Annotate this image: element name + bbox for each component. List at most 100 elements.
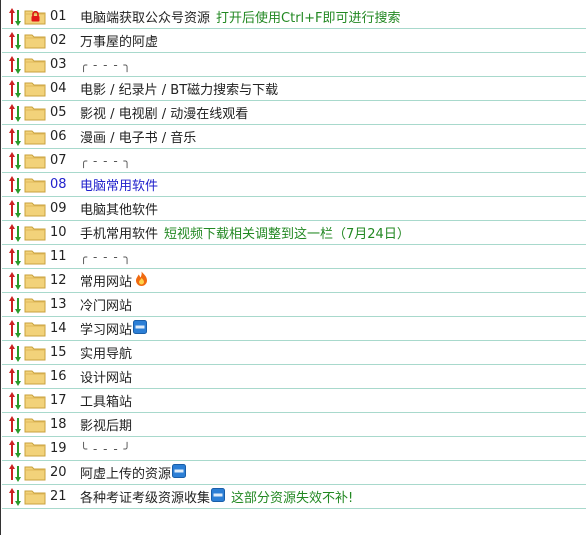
lock-icon [31, 11, 40, 22]
folder-number: 10 [50, 225, 67, 240]
sort-arrows-icon[interactable] [9, 415, 22, 435]
folder-label[interactable]: 常用网站 [80, 271, 132, 290]
new-icon [211, 487, 226, 506]
folder-row-01[interactable]: 01 电脑端获取公众号资源 打开后使用Ctrl+F即可进行搜索 [2, 5, 586, 29]
folder-row-08[interactable]: 08 电脑常用软件 [2, 173, 586, 197]
folder-label[interactable]: 万事屋的阿虚 [80, 31, 158, 50]
folder-row-18[interactable]: 18 影视后期 [2, 413, 586, 437]
fire-icon [135, 271, 148, 290]
folder-label[interactable]: 设计网站 [80, 367, 132, 386]
sort-arrows-icon[interactable] [9, 223, 22, 243]
folder-label[interactable]: 工具箱站 [80, 391, 132, 410]
sort-arrows-icon[interactable] [9, 7, 22, 27]
folder-label[interactable]: 电影 / 纪录片 / BT磁力搜索与下载 [80, 79, 278, 98]
sort-arrows-icon[interactable] [9, 79, 22, 99]
folder-number: 20 [50, 465, 67, 480]
folder-number: 19 [50, 441, 67, 456]
folder-label[interactable]: 电脑端获取公众号资源 [80, 7, 210, 26]
folder-icon [24, 296, 46, 313]
sort-arrows-icon[interactable] [9, 55, 22, 75]
folder-row-12[interactable]: 12 常用网站 [2, 269, 586, 293]
sort-arrows-icon[interactable] [9, 175, 22, 195]
folder-number: 05 [50, 105, 67, 120]
folder-row-20[interactable]: 20 阿虚上传的资源 [2, 461, 586, 485]
folder-label[interactable]: ╭ - - - ╮ [80, 58, 132, 72]
folder-icon [24, 464, 46, 481]
sort-arrows-icon[interactable] [9, 367, 22, 387]
folder-icon [24, 224, 46, 241]
sort-arrows-icon[interactable] [9, 391, 22, 411]
sort-arrows-icon[interactable] [9, 247, 22, 267]
folder-number: 01 [50, 9, 67, 24]
folder-number: 14 [50, 321, 67, 336]
sort-arrows-icon[interactable] [9, 439, 22, 459]
folder-locked-icon [24, 8, 46, 25]
sort-arrows-icon[interactable] [9, 319, 22, 339]
folder-label[interactable]: 影视 / 电视剧 / 动漫在线观看 [80, 103, 248, 122]
sort-arrows-icon[interactable] [9, 463, 22, 483]
folder-label[interactable]: 实用导航 [80, 343, 132, 362]
folder-label[interactable]: ╭ - - - ╮ [80, 154, 132, 168]
folder-icon [24, 368, 46, 385]
folder-label[interactable]: ╰ - - - ╯ [80, 442, 132, 456]
folder-label[interactable]: 冷门网站 [80, 295, 132, 314]
folder-icon [24, 104, 46, 121]
folder-label[interactable]: 手机常用软件 [80, 223, 158, 242]
folder-row-14[interactable]: 14 学习网站 [2, 317, 586, 341]
folder-icon [24, 440, 46, 457]
folder-number: 21 [50, 489, 67, 504]
sort-arrows-icon[interactable] [9, 31, 22, 51]
folder-row-15[interactable]: 15 实用导航 [2, 341, 586, 365]
sort-arrows-icon[interactable] [9, 295, 22, 315]
folder-row-19[interactable]: 19 ╰ - - - ╯ [2, 437, 586, 461]
folder-icon [24, 152, 46, 169]
sort-arrows-icon[interactable] [9, 127, 22, 147]
folder-row-21[interactable]: 21 各种考证考级资源收集 这部分资源失效不补! [2, 485, 586, 509]
folder-icon [24, 344, 46, 361]
sort-arrows-icon[interactable] [9, 103, 22, 123]
new-icon [133, 319, 148, 338]
folder-row-06[interactable]: 06 漫画 / 电子书 / 音乐 [2, 125, 586, 149]
folder-icon [24, 488, 46, 505]
sort-arrows-icon[interactable] [9, 151, 22, 171]
folder-row-02[interactable]: 02 万事屋的阿虚 [2, 29, 586, 53]
folder-number: 11 [50, 249, 67, 264]
folder-icon [24, 128, 46, 145]
folder-icon [24, 416, 46, 433]
folder-number: 13 [50, 297, 67, 312]
folder-number: 17 [50, 393, 67, 408]
folder-number: 16 [50, 369, 67, 384]
folder-row-13[interactable]: 13 冷门网站 [2, 293, 586, 317]
folder-number: 12 [50, 273, 67, 288]
sort-arrows-icon[interactable] [9, 343, 22, 363]
folder-number: 15 [50, 345, 67, 360]
folder-row-10[interactable]: 10 手机常用软件 短视频下载相关调整到这一栏（7月24日） [2, 221, 586, 245]
folder-label[interactable]: 电脑常用软件 [80, 175, 158, 194]
folder-label[interactable]: ╭ - - - ╮ [80, 250, 132, 264]
folder-row-09[interactable]: 09 电脑其他软件 [2, 197, 586, 221]
folder-row-04[interactable]: 04 电影 / 纪录片 / BT磁力搜索与下载 [2, 77, 586, 101]
folder-row-17[interactable]: 17 工具箱站 [2, 389, 586, 413]
folder-number: 02 [50, 33, 67, 48]
folder-label[interactable]: 漫画 / 电子书 / 音乐 [80, 127, 196, 146]
folder-icon [24, 272, 46, 289]
folder-number: 09 [50, 201, 67, 216]
folder-label[interactable]: 各种考证考级资源收集 [80, 487, 210, 506]
folder-row-03[interactable]: 03 ╭ - - - ╮ [2, 53, 586, 77]
folder-label[interactable]: 学习网站 [80, 319, 132, 338]
sort-arrows-icon[interactable] [9, 199, 22, 219]
folder-label[interactable]: 影视后期 [80, 415, 132, 434]
folder-icon [24, 176, 46, 193]
folder-label[interactable]: 电脑其他软件 [80, 199, 158, 218]
folder-row-05[interactable]: 05 影视 / 电视剧 / 动漫在线观看 [2, 101, 586, 125]
folder-number: 18 [50, 417, 67, 432]
sort-arrows-icon[interactable] [9, 487, 22, 507]
new-icon [172, 463, 187, 482]
folder-label[interactable]: 阿虚上传的资源 [80, 463, 171, 482]
folder-icon [24, 392, 46, 409]
folder-row-11[interactable]: 11 ╭ - - - ╮ [2, 245, 586, 269]
folder-list-window: 01 电脑端获取公众号资源 打开后使用Ctrl+F即可进行搜索 02 万事屋的阿虚 03 ╭… [0, 0, 586, 535]
sort-arrows-icon[interactable] [9, 271, 22, 291]
folder-row-07[interactable]: 07 ╭ - - - ╮ [2, 149, 586, 173]
folder-row-16[interactable]: 16 设计网站 [2, 365, 586, 389]
